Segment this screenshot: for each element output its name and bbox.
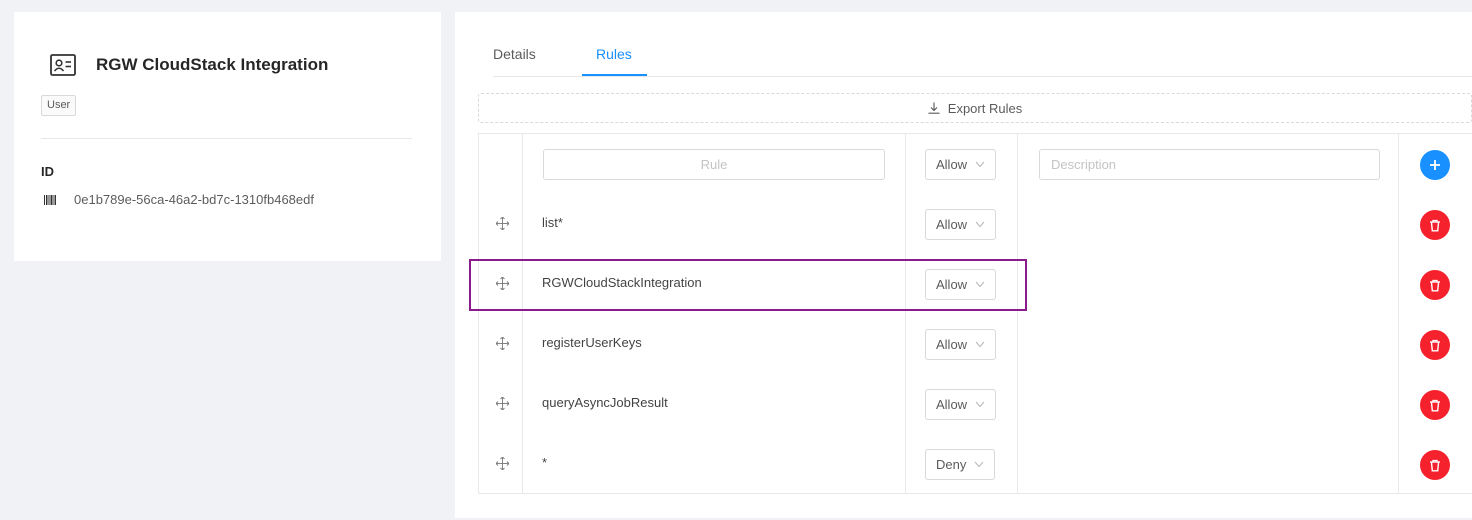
drag-handle-icon[interactable] <box>496 337 509 350</box>
rule-name: list* <box>542 215 563 230</box>
description-input[interactable] <box>1039 149 1380 180</box>
title-row: RGW CloudStack Integration <box>50 54 328 76</box>
permission-value: Allow <box>936 157 968 172</box>
page-title: RGW CloudStack Integration <box>96 55 329 74</box>
permission-value: Allow <box>936 397 968 412</box>
delete-rule-button[interactable] <box>1420 270 1450 300</box>
chevron-down-icon <box>975 401 985 408</box>
delete-rule-button[interactable] <box>1420 210 1450 240</box>
permission-select[interactable]: Deny <box>925 449 996 480</box>
chevron-down-icon <box>975 161 985 168</box>
id-value: 0e1b789e-56ca-46a2-bd7c-1310fb468edf <box>74 192 314 207</box>
delete-rule-button[interactable] <box>1420 390 1450 420</box>
trash-icon <box>1430 459 1440 471</box>
add-rule-button[interactable] <box>1420 150 1450 180</box>
export-rules-label: Export Rules <box>947 100 1023 116</box>
permission-value: Deny <box>936 457 967 472</box>
delete-rule-button[interactable] <box>1420 330 1450 360</box>
id-label: ID <box>41 164 54 179</box>
export-rules-button[interactable]: Export Rules <box>478 93 1472 123</box>
highlight-box <box>469 259 1027 311</box>
permission-value: Allow <box>936 337 968 352</box>
rule-row: * Deny <box>479 434 1472 494</box>
permission-select[interactable]: Allow <box>925 209 997 240</box>
trash-icon <box>1430 219 1440 231</box>
rule-row: list* Allow <box>479 194 1472 254</box>
role-tag: User <box>41 95 77 116</box>
barcode-icon <box>44 194 56 205</box>
tab-rules[interactable]: Rules <box>596 46 632 62</box>
drag-handle-icon[interactable] <box>496 457 509 470</box>
permission-select[interactable]: Allow <box>925 389 997 420</box>
trash-icon <box>1430 339 1440 351</box>
permission-select[interactable]: Allow <box>925 149 997 180</box>
user-info-card: RGW CloudStack Integration User ID 0e1b7… <box>14 12 441 261</box>
chevron-down-icon <box>975 221 985 228</box>
rule-name: registerUserKeys <box>542 335 642 350</box>
download-icon <box>928 102 940 114</box>
chevron-down-icon <box>974 461 984 468</box>
divider <box>41 138 412 139</box>
delete-rule-button[interactable] <box>1420 450 1450 480</box>
trash-icon <box>1430 399 1440 411</box>
permission-value: Allow <box>936 217 968 232</box>
plus-icon <box>1430 160 1440 170</box>
drag-handle-icon[interactable] <box>496 217 509 230</box>
rule-row: registerUserKeys Allow <box>479 314 1472 374</box>
new-rule-row: Allow <box>479 134 1472 194</box>
drag-handle-icon[interactable] <box>496 397 509 410</box>
rule-input[interactable] <box>543 149 885 180</box>
profile-card-icon <box>50 54 76 76</box>
trash-icon <box>1430 279 1440 291</box>
rules-table: Allow list* Allow <box>478 133 1472 494</box>
permission-select[interactable]: Allow <box>925 329 997 360</box>
id-row: 0e1b789e-56ca-46a2-bd7c-1310fb468edf <box>44 192 314 207</box>
rule-name: * <box>542 455 548 470</box>
rule-row: queryAsyncJobResult Allow <box>479 374 1472 434</box>
tab-details[interactable]: Details <box>493 46 536 62</box>
tab-bar: Details Rules <box>493 46 1472 77</box>
chevron-down-icon <box>975 341 985 348</box>
active-tab-indicator <box>582 74 647 76</box>
rule-name: queryAsyncJobResult <box>542 395 668 410</box>
